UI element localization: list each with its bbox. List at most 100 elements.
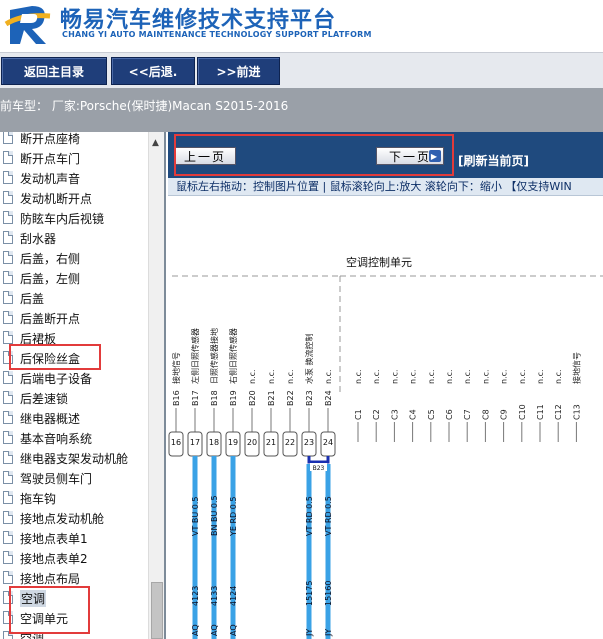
connector-pin-number: 20: [247, 438, 257, 447]
sidebar-item-label: 空调单元: [20, 612, 69, 626]
sidebar-item[interactable]: 接地点表单1: [0, 528, 150, 548]
pin-description: n.c.: [409, 369, 418, 384]
document-icon: [3, 132, 13, 144]
pin-label: B22: [286, 390, 295, 406]
pin-description: 右侧日照传感器: [228, 328, 238, 384]
scroll-up-icon[interactable]: ▲: [152, 138, 159, 148]
sidebar-item[interactable]: 驾驶员侧车门: [0, 468, 150, 488]
document-icon: [3, 471, 13, 484]
connector-pin-number: 24: [323, 438, 333, 447]
pin-description: n.c.: [500, 369, 509, 384]
document-icon: [3, 451, 13, 464]
sidebar-item[interactable]: 后端电子设备: [0, 368, 150, 388]
pin-description: n.c.: [248, 369, 257, 384]
sidebar-item-label: 接地点布局: [20, 572, 81, 586]
document-icon: [3, 411, 13, 424]
sidebar-item[interactable]: 空调: [0, 588, 150, 608]
pin-label: C12: [554, 404, 563, 420]
sidebar-item[interactable]: 后保险丝盒: [0, 348, 150, 368]
pin-label: B17: [191, 390, 200, 406]
sidebar-item-label: 接地点表单1: [20, 532, 88, 546]
sidebar-item[interactable]: 发动机声音: [0, 168, 150, 188]
pin-label: C4: [409, 409, 418, 420]
document-icon: [3, 391, 13, 404]
sidebar-item[interactable]: 接地点布局: [0, 568, 150, 588]
sidebar-item[interactable]: 接地点发动机舱: [0, 508, 150, 528]
sidebar-item[interactable]: 拖车钩: [0, 488, 150, 508]
sidebar-item-label: 后裙板: [20, 332, 57, 346]
sidebar-item[interactable]: 发动机断开点: [0, 188, 150, 208]
sidebar-item-label: 继电器支架发动机舱: [20, 452, 129, 466]
refresh-page-link[interactable]: [刷新当前页]: [458, 152, 529, 169]
prev-page-label: 上一页: [183, 149, 226, 164]
sidebar-item[interactable]: 接地点表单2: [0, 548, 150, 568]
sidebar-item-label: 空调: [20, 590, 47, 607]
pin-description: 日照传感器接地: [209, 328, 219, 384]
wire-label: YE RD 0.5: [229, 497, 238, 537]
sidebar-item[interactable]: 防眩车内后视镜: [0, 208, 150, 228]
sidebar-item[interactable]: 继电器概述: [0, 408, 150, 428]
sidebar-item[interactable]: 后盖，右侧: [0, 248, 150, 268]
connector-pin-number: 22: [285, 438, 295, 447]
sidebar-item-label: 拖车钩: [20, 492, 57, 506]
pin-description: 接地信号: [571, 352, 581, 384]
wire-number: 15160: [324, 581, 333, 606]
document-icon: [3, 551, 13, 564]
module-title: 空调控制单元: [346, 255, 412, 269]
sidebar-item[interactable]: 空调单元: [0, 608, 150, 628]
pin-label: B23: [305, 390, 314, 406]
document-icon: [3, 311, 13, 324]
connector-pin-number: 21: [266, 438, 276, 447]
nav-bar: 返回主目录 <<后退. >>前进: [0, 52, 603, 88]
wire-end-label: AQ: [191, 624, 200, 636]
pin-label: C2: [372, 409, 381, 420]
pin-label: C10: [518, 404, 527, 420]
pin-label: C6: [445, 409, 454, 420]
wire-label: VT RD 0.5: [324, 496, 333, 536]
sidebar-item-label: 基本音响系统: [20, 432, 93, 446]
document-icon: [3, 251, 13, 264]
sidebar-item[interactable]: 继电器支架发动机舱: [0, 448, 150, 468]
prev-page-button[interactable]: 上一页: [174, 147, 236, 165]
scroll-thumb[interactable]: [151, 582, 163, 639]
sidebar-item-label: 接地点表单2: [20, 552, 88, 566]
pin-label: B24: [324, 390, 333, 406]
pin-label: C7: [463, 409, 472, 420]
sidebar-item[interactable]: 后裙板: [0, 328, 150, 348]
sidebar-scrollbar[interactable]: ▲: [148, 132, 164, 639]
sidebar-item[interactable]: 后盖，左侧: [0, 268, 150, 288]
sidebar-item[interactable]: 基本音响系统: [0, 428, 150, 448]
pin-description: n.c.: [554, 369, 563, 384]
next-page-button[interactable]: 下一页 ▶: [376, 147, 444, 165]
sidebar-item[interactable]: 刮水器: [0, 228, 150, 248]
pin-description: n.c.: [286, 369, 295, 384]
sidebar-item[interactable]: 后盖: [0, 288, 150, 308]
document-icon: [3, 191, 13, 204]
sidebar-item[interactable]: 空调: [0, 628, 150, 639]
document-icon: [3, 231, 13, 244]
pin-description: 左侧日照传感器: [190, 328, 200, 384]
forward-button[interactable]: >>前进: [197, 57, 280, 85]
sidebar-item-label: 接地点发动机舱: [20, 512, 105, 526]
sidebar-item-label: 断开点车门: [20, 152, 81, 166]
pin-description: n.c.: [518, 369, 527, 384]
sidebar-item[interactable]: 后盖断开点: [0, 308, 150, 328]
pin-label: C1: [354, 409, 363, 420]
sidebar-item[interactable]: 后差速锁: [0, 388, 150, 408]
sidebar-item-label: 后盖，左侧: [20, 272, 81, 286]
pin-description: n.c.: [463, 369, 472, 384]
sidebar-item[interactable]: 断开点车门: [0, 148, 150, 168]
next-page-label: 下一页: [388, 149, 431, 164]
document-icon: [3, 511, 13, 524]
pin-label: B21: [267, 390, 276, 406]
home-button[interactable]: 返回主目录: [1, 57, 107, 85]
pin-description: 水泵 换流控制: [304, 333, 314, 384]
wiring-diagram[interactable]: 空调控制单元 B16 接地信号 16 B17 左侧日照传感器 17 B18 日照传感器接地 18 B…: [168, 196, 603, 639]
document-icon: [3, 271, 13, 284]
sidebar-item[interactable]: 断开点座椅: [0, 132, 150, 148]
pin-description: n.c.: [427, 369, 436, 384]
back-button[interactable]: <<后退.: [111, 57, 195, 85]
document-icon: [3, 211, 13, 224]
pin-description: n.c.: [267, 369, 276, 384]
pin-label: B20: [248, 390, 257, 406]
